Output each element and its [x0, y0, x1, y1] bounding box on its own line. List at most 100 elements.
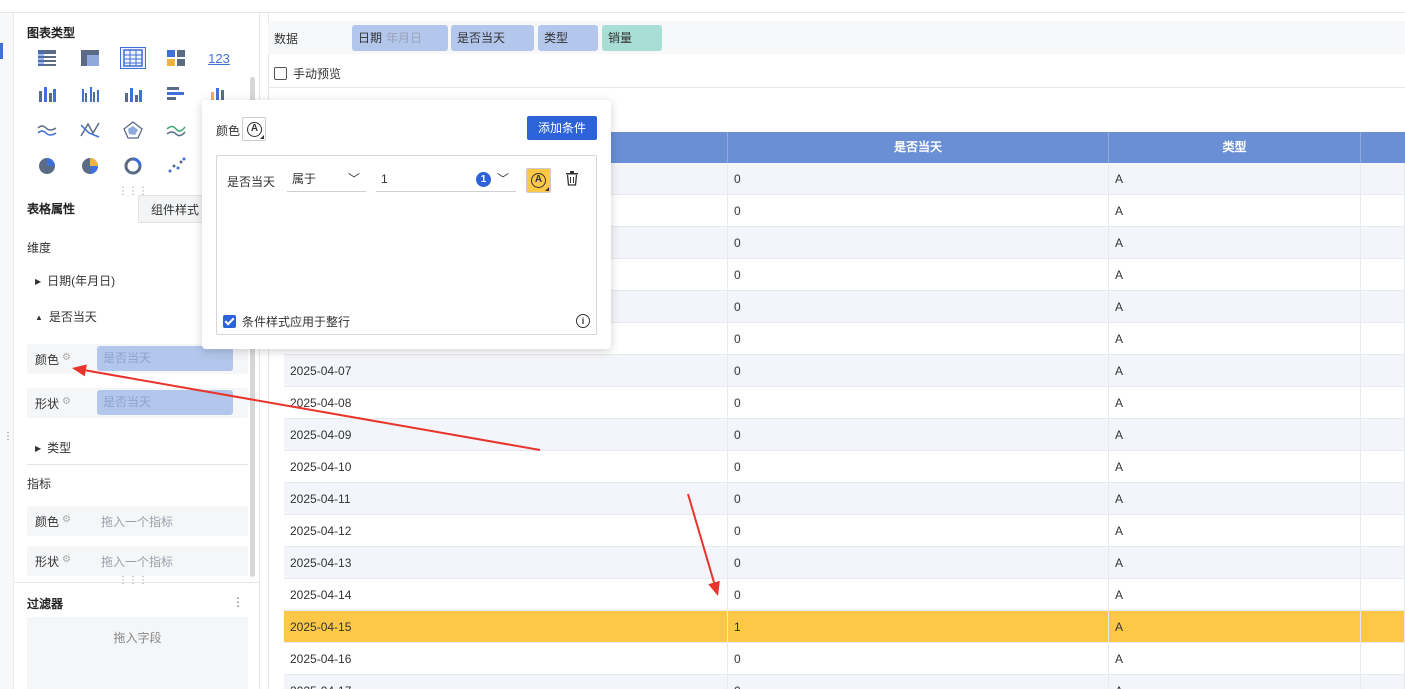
data-label: 数据 [274, 32, 299, 46]
table-cell [1361, 259, 1405, 291]
table-cell: A [1109, 259, 1361, 291]
color-style-button[interactable]: A [242, 117, 266, 141]
condition-operator-select[interactable]: 属于 ﹀ [287, 167, 366, 192]
chart-types-title: 图表类型 [27, 26, 76, 40]
info-icon[interactable]: i [576, 314, 590, 328]
table-cell [1361, 675, 1405, 689]
pie-icon[interactable] [34, 155, 60, 177]
dimension-label: 维度 [27, 241, 52, 255]
drop-placeholder: 拖入一个指标 [101, 515, 174, 529]
table-cell: A [1109, 451, 1361, 483]
bar-horizontal-icon[interactable] [163, 83, 189, 105]
table-header-type[interactable]: 类型 [1109, 132, 1361, 163]
section-resize-handle[interactable]: ⋮⋮⋮ [118, 575, 148, 586]
app-root: ⋮⋮ 图表类型 123 [0, 0, 1405, 689]
table-row[interactable]: 2025-04-13 0 A [284, 547, 1405, 579]
dimension-shape-field[interactable]: 形状 ⚙ 是否当天 [27, 388, 248, 418]
table-grid-icon[interactable] [120, 47, 146, 69]
table-row[interactable]: 2025-04-10 0 A [284, 451, 1405, 483]
chevron-down-icon: ﹀ [347, 172, 360, 186]
table-cell: A [1109, 611, 1361, 643]
data-pill-sales[interactable]: 销量 [602, 25, 662, 51]
table-cell [1361, 387, 1405, 419]
table-header-is-today[interactable]: 是否当天 [728, 132, 1109, 163]
table-cell: 2025-04-13 [284, 547, 728, 579]
top-bar [0, 0, 1405, 13]
apply-whole-row-toggle[interactable]: 条件样式应用于整行 [223, 313, 350, 330]
manual-preview-toggle[interactable]: 手动预览 [274, 65, 341, 82]
table-cell: A [1109, 387, 1361, 419]
scatter-icon[interactable] [163, 155, 189, 177]
table-cell: A [1109, 323, 1361, 355]
data-pill-type[interactable]: 类型 [538, 25, 598, 51]
bar-grouped-icon[interactable] [77, 83, 103, 105]
tree-item-type[interactable]: ▶ 类型 [35, 439, 71, 456]
color-a-icon: A [531, 173, 546, 188]
table-row[interactable]: 2025-04-09 0 A [284, 419, 1405, 451]
gear-icon[interactable]: ⚙ [62, 514, 71, 525]
table-header-sales[interactable] [1361, 132, 1405, 163]
table-row[interactable]: 2025-04-170A [284, 675, 1405, 689]
table-cell: A [1109, 419, 1361, 451]
filter-title: 过滤器 [27, 597, 64, 611]
table-cell: A [1109, 291, 1361, 323]
table-row[interactable]: 2025-04-14 0 A [284, 579, 1405, 611]
tab-table-properties[interactable]: 表格属性 [27, 195, 75, 223]
table-cell [1361, 515, 1405, 547]
table-cross-icon[interactable] [77, 47, 103, 69]
tree-item-is-today[interactable]: ▲ 是否当天 [35, 308, 97, 325]
table-cell: 0 [728, 259, 1109, 291]
table-detail-icon[interactable] [34, 47, 60, 69]
radar-icon[interactable] [120, 119, 146, 141]
table-row[interactable]: 2025-04-08 0 A [284, 387, 1405, 419]
condition-color-button[interactable]: A [526, 168, 551, 193]
table-row[interactable]: 2025-04-16 0 A [284, 643, 1405, 675]
color-label: 颜色 [35, 353, 60, 367]
tree-item-date[interactable]: ▶ 日期(年月日) [35, 272, 115, 289]
delete-icon[interactable] [565, 171, 579, 189]
gear-icon[interactable]: ⚙ [62, 352, 71, 363]
caret-right-icon: ▶ [35, 444, 42, 453]
table-row-highlighted[interactable]: 2025-04-15 1 A [284, 611, 1405, 643]
table-cell: A [1109, 195, 1361, 227]
gear-icon[interactable]: ⚙ [62, 396, 71, 407]
line-cross-icon[interactable] [77, 119, 103, 141]
field-chip[interactable]: 是否当天 [97, 346, 233, 371]
caret-right-icon: ▶ [35, 277, 42, 286]
area-icon[interactable] [163, 119, 189, 141]
data-pill-date[interactable]: 日期 年月日 [352, 25, 448, 51]
metric-color-field[interactable]: 颜色 ⚙ 拖入一个指标 [27, 506, 248, 536]
pill-text: 销量 [608, 31, 633, 45]
field-chip[interactable]: 是否当天 [97, 390, 233, 415]
data-pill-is-today[interactable]: 是否当天 [451, 25, 534, 51]
table-row[interactable]: 2025-04-11 0 A [284, 483, 1405, 515]
donut-icon[interactable] [120, 155, 146, 177]
filter-drop-zone[interactable]: 拖入字段 [27, 617, 248, 689]
rail-active-marker [0, 43, 3, 59]
tree-item-label: 日期(年月日) [47, 274, 116, 288]
divider [268, 87, 1405, 88]
table-row[interactable]: 2025-04-07 0 A [284, 355, 1405, 387]
condition-value-select[interactable]: 1 1 ﹀ [376, 167, 516, 192]
drop-placeholder: 拖入字段 [113, 631, 162, 645]
table-cell [1361, 547, 1405, 579]
table-cell: A [1109, 675, 1361, 689]
number-123-icon[interactable]: 123 [206, 47, 232, 69]
bar-icon[interactable] [120, 83, 146, 105]
pie-split-icon[interactable] [77, 155, 103, 177]
card-icon[interactable] [163, 47, 189, 69]
line-icon[interactable] [34, 119, 60, 141]
checkbox[interactable] [274, 67, 287, 80]
selected-count-badge: 1 [476, 172, 491, 187]
more-icon[interactable]: ⋮ [232, 595, 244, 609]
table-cell: A [1109, 483, 1361, 515]
checkbox-checked[interactable] [223, 315, 236, 328]
gear-icon[interactable]: ⚙ [62, 554, 71, 565]
metric-shape-field[interactable]: 形状 ⚙ 拖入一个指标 [27, 546, 248, 576]
table-cell: A [1109, 579, 1361, 611]
add-condition-button[interactable]: 添加条件 [527, 116, 597, 140]
bar-stacked-icon[interactable] [34, 83, 60, 105]
table-row[interactable]: 2025-04-12 0 A [284, 515, 1405, 547]
table-cell: A [1109, 643, 1361, 675]
table-cell: A [1109, 227, 1361, 259]
